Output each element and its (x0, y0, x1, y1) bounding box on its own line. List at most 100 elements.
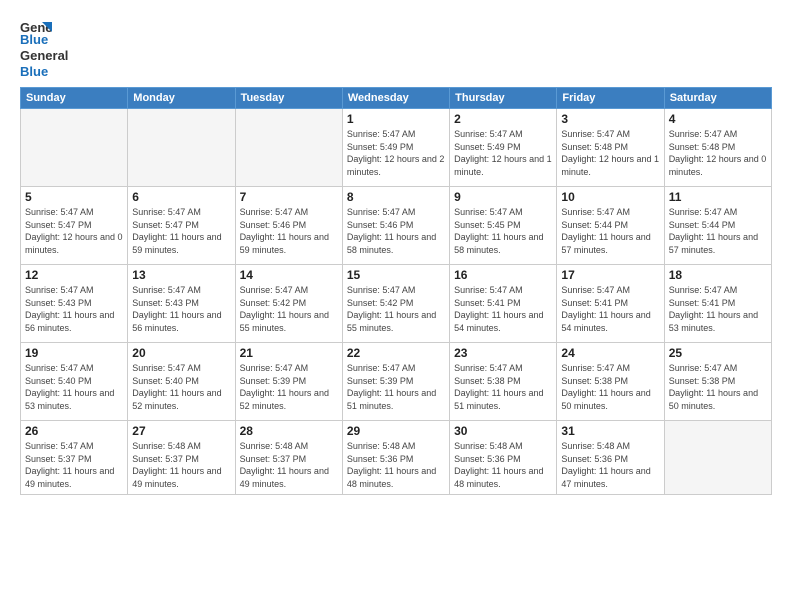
calendar-cell: 29 Sunrise: 5:48 AM Sunset: 5:36 PM Dayli… (342, 421, 449, 494)
weekday-header-friday: Friday (557, 88, 664, 109)
calendar-cell: 8 Sunrise: 5:47 AM Sunset: 5:46 PM Daylig… (342, 187, 449, 265)
calendar-cell: 23 Sunrise: 5:47 AM Sunset: 5:38 PM Dayli… (450, 343, 557, 421)
day-info: Sunrise: 5:47 AM Sunset: 5:47 PM Dayligh… (25, 206, 123, 256)
day-number: 31 (561, 424, 659, 438)
day-number: 23 (454, 346, 552, 360)
day-number: 3 (561, 112, 659, 126)
day-info: Sunrise: 5:47 AM Sunset: 5:40 PM Dayligh… (132, 362, 230, 412)
day-number: 2 (454, 112, 552, 126)
page: General Blue General Blue SundayMondayTu… (0, 0, 792, 612)
week-row-1: 5 Sunrise: 5:47 AM Sunset: 5:47 PM Daylig… (21, 187, 772, 265)
day-number: 5 (25, 190, 123, 204)
calendar-cell: 19Sunrise: 5:47 AM Sunset: 5:40 PM Dayli… (21, 343, 128, 421)
weekday-header-row: SundayMondayTuesdayWednesdayThursdayFrid… (21, 88, 772, 109)
day-info: Sunrise: 5:47 AM Sunset: 5:48 PM Dayligh… (669, 128, 767, 178)
day-info: Sunrise: 5:48 AM Sunset: 5:36 PM Dayligh… (561, 440, 659, 490)
weekday-header-sunday: Sunday (21, 88, 128, 109)
calendar-cell: 21 Sunrise: 5:47 AM Sunset: 5:39 PM Dayli… (235, 343, 342, 421)
day-number: 27 (132, 424, 230, 438)
calendar-cell: 28Sunrise: 5:48 AM Sunset: 5:37 PM Dayli… (235, 421, 342, 494)
calendar-cell: 15 Sunrise: 5:47 AM Sunset: 5:42 PM Dayli… (342, 265, 449, 343)
day-info: Sunrise: 5:47 AM Sunset: 5:38 PM Dayligh… (669, 362, 767, 412)
day-info: Sunrise: 5:47 AM Sunset: 5:43 PM Dayligh… (25, 284, 123, 334)
calendar-cell: 3 Sunrise: 5:47 AM Sunset: 5:48 PM Daylig… (557, 109, 664, 187)
day-info: Sunrise: 5:47 AM Sunset: 5:46 PM Dayligh… (240, 206, 338, 256)
day-info: Sunrise: 5:47 AM Sunset: 5:39 PM Dayligh… (347, 362, 445, 412)
day-info: Sunrise: 5:47 AM Sunset: 5:37 PM Dayligh… (25, 440, 123, 490)
calendar-cell: 24 Sunrise: 5:47 AM Sunset: 5:38 PM Dayli… (557, 343, 664, 421)
calendar-cell: 4 Sunrise: 5:47 AM Sunset: 5:48 PM Daylig… (664, 109, 771, 187)
calendar-cell: 1 Sunrise: 5:47 AM Sunset: 5:49 PM Daylig… (342, 109, 449, 187)
day-number: 26 (25, 424, 123, 438)
day-info: Sunrise: 5:47 AM Sunset: 5:42 PM Dayligh… (240, 284, 338, 334)
day-number: 17 (561, 268, 659, 282)
calendar-cell: 16 Sunrise: 5:47 AM Sunset: 5:41 PM Dayli… (450, 265, 557, 343)
calendar-cell: 2 Sunrise: 5:47 AM Sunset: 5:49 PM Daylig… (450, 109, 557, 187)
day-info: Sunrise: 5:47 AM Sunset: 5:48 PM Dayligh… (561, 128, 659, 178)
calendar-cell (235, 109, 342, 187)
week-row-2: 12 Sunrise: 5:47 AM Sunset: 5:43 PM Dayli… (21, 265, 772, 343)
calendar-cell: 20 Sunrise: 5:47 AM Sunset: 5:40 PM Dayli… (128, 343, 235, 421)
day-info: Sunrise: 5:47 AM Sunset: 5:44 PM Dayligh… (561, 206, 659, 256)
calendar-cell: 17 Sunrise: 5:47 AM Sunset: 5:41 PM Dayli… (557, 265, 664, 343)
week-row-3: 19 Sunrise: 5:47 AM Sunset: 5:40 PM Dayli… (21, 343, 772, 421)
day-number: 7 (240, 190, 338, 204)
logo-general: General (20, 48, 68, 64)
day-info: Sunrise: 5:47 AM Sunset: 5:42 PM Dayligh… (347, 284, 445, 334)
day-info: Sunrise: 5:47 AM Sunset: 5:41 PM Dayligh… (454, 284, 552, 334)
day-number: 13 (132, 268, 230, 282)
day-info: Sunrise: 5:47 AM Sunset: 5:49 PM Dayligh… (347, 128, 445, 178)
day-number: 6 (132, 190, 230, 204)
calendar-cell: 18Sunrise: 5:47 AM Sunset: 5:41 PM Dayli… (664, 265, 771, 343)
calendar-cell: 27 Sunrise: 5:48 AM Sunset: 5:37 PM Dayli… (128, 421, 235, 494)
day-number: 15 (347, 268, 445, 282)
day-info: Sunrise: 5:48 AM Sunset: 5:37 PM Dayligh… (132, 440, 230, 490)
day-number: 10 (561, 190, 659, 204)
day-info: Sunrise: 5:47 AM Sunset: 5:43 PM Dayligh… (132, 284, 230, 334)
day-number: 11 (669, 190, 767, 204)
day-info: Sunrise: 5:47 AM Sunset: 5:41 PM Dayligh… (561, 284, 659, 334)
calendar-cell: 9Sunrise: 5:47 AM Sunset: 5:45 PM Daylig… (450, 187, 557, 265)
day-number: 16 (454, 268, 552, 282)
day-number: 28 (240, 424, 338, 438)
day-info: Sunrise: 5:47 AM Sunset: 5:49 PM Dayligh… (454, 128, 552, 178)
day-number: 21 (240, 346, 338, 360)
day-number: 30 (454, 424, 552, 438)
header: General Blue General Blue (20, 18, 772, 79)
day-number: 12 (25, 268, 123, 282)
calendar-cell: 30 Sunrise: 5:48 AM Sunset: 5:36 PM Dayli… (450, 421, 557, 494)
logo: General Blue General Blue (20, 18, 68, 79)
day-number: 29 (347, 424, 445, 438)
day-info: Sunrise: 5:47 AM Sunset: 5:45 PM Dayligh… (454, 206, 552, 256)
calendar-cell (128, 109, 235, 187)
day-number: 20 (132, 346, 230, 360)
week-row-4: 26 Sunrise: 5:47 AM Sunset: 5:37 PM Dayli… (21, 421, 772, 494)
logo-blue: Blue (20, 64, 68, 80)
calendar-cell: 14Sunrise: 5:47 AM Sunset: 5:42 PM Dayli… (235, 265, 342, 343)
weekday-header-saturday: Saturday (664, 88, 771, 109)
day-info: Sunrise: 5:47 AM Sunset: 5:46 PM Dayligh… (347, 206, 445, 256)
calendar-cell (21, 109, 128, 187)
calendar-cell: 26 Sunrise: 5:47 AM Sunset: 5:37 PM Dayli… (21, 421, 128, 494)
day-info: Sunrise: 5:48 AM Sunset: 5:36 PM Dayligh… (454, 440, 552, 490)
day-number: 4 (669, 112, 767, 126)
calendar-cell: 5 Sunrise: 5:47 AM Sunset: 5:47 PM Daylig… (21, 187, 128, 265)
calendar-cell: 25 Sunrise: 5:47 AM Sunset: 5:38 PM Dayli… (664, 343, 771, 421)
day-info: Sunrise: 5:47 AM Sunset: 5:39 PM Dayligh… (240, 362, 338, 412)
day-number: 19 (25, 346, 123, 360)
day-info: Sunrise: 5:48 AM Sunset: 5:36 PM Dayligh… (347, 440, 445, 490)
calendar-cell: 6Sunrise: 5:47 AM Sunset: 5:47 PM Daylig… (128, 187, 235, 265)
day-info: Sunrise: 5:47 AM Sunset: 5:44 PM Dayligh… (669, 206, 767, 256)
day-number: 22 (347, 346, 445, 360)
week-row-0: 1 Sunrise: 5:47 AM Sunset: 5:49 PM Daylig… (21, 109, 772, 187)
day-number: 8 (347, 190, 445, 204)
day-number: 1 (347, 112, 445, 126)
weekday-header-monday: Monday (128, 88, 235, 109)
calendar-table: SundayMondayTuesdayWednesdayThursdayFrid… (20, 87, 772, 494)
weekday-header-wednesday: Wednesday (342, 88, 449, 109)
day-info: Sunrise: 5:47 AM Sunset: 5:38 PM Dayligh… (561, 362, 659, 412)
day-info: Sunrise: 5:47 AM Sunset: 5:38 PM Dayligh… (454, 362, 552, 412)
day-number: 24 (561, 346, 659, 360)
calendar-cell: 22 Sunrise: 5:47 AM Sunset: 5:39 PM Dayli… (342, 343, 449, 421)
day-number: 25 (669, 346, 767, 360)
